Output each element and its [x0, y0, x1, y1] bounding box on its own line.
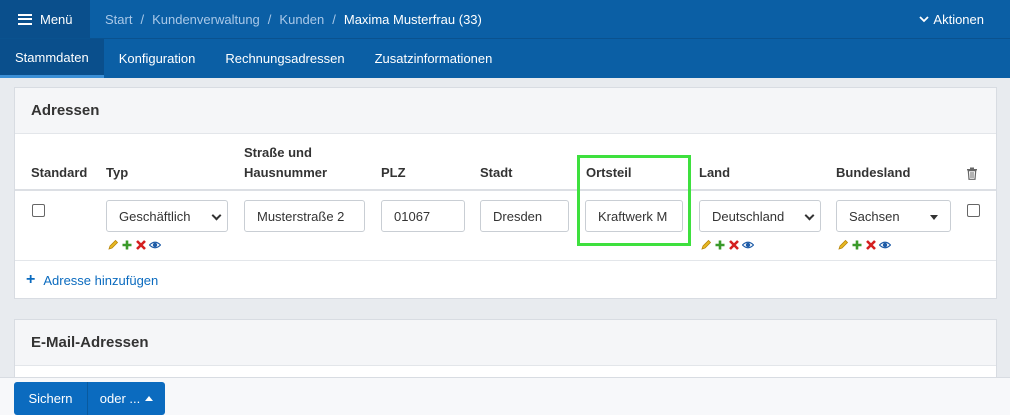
tab-bar: Stammdaten Konfiguration Rechnungsadress…	[0, 38, 1010, 78]
plus-icon[interactable]	[714, 239, 726, 251]
caret-down-icon	[930, 215, 938, 220]
chevron-down-icon	[211, 210, 222, 221]
land-value: Deutschland	[712, 208, 785, 224]
addresses-title: Adressen	[15, 88, 996, 134]
column-header-typ: Typ	[106, 165, 129, 180]
ortsteil-highlight-box	[577, 155, 691, 246]
tab-konfiguration[interactable]: Konfiguration	[104, 39, 211, 78]
actions-label: Aktionen	[933, 11, 984, 27]
stadt-value: Dresden	[493, 208, 543, 224]
tab-stammdaten[interactable]: Stammdaten	[0, 39, 104, 78]
column-header-plz: PLZ	[381, 165, 406, 180]
chevron-down-icon	[919, 16, 930, 23]
bundesland-value: Sachsen	[849, 208, 900, 224]
typ-value: Geschäftlich	[119, 208, 191, 224]
column-header-stadt: Stadt	[480, 165, 513, 180]
header-divider	[15, 189, 996, 191]
row-divider	[15, 260, 996, 261]
eye-icon[interactable]	[149, 239, 161, 251]
breadcrumb-current: Maxima Musterfrau (33)	[343, 11, 482, 27]
breadcrumb-separator: /	[267, 11, 272, 27]
delete-x-icon[interactable]	[728, 239, 740, 251]
more-label: oder ...	[99, 391, 141, 406]
pencil-icon[interactable]	[700, 239, 712, 251]
top-navbar: Menü Start / Kundenverwaltung / Kunden /…	[0, 0, 1010, 38]
more-options-button[interactable]: oder ...	[87, 382, 165, 415]
eye-icon[interactable]	[742, 239, 754, 251]
plus-icon[interactable]	[851, 239, 863, 251]
save-button[interactable]: Sichern	[14, 382, 87, 415]
bundesland-select[interactable]: Sachsen	[836, 200, 951, 232]
menu-label: Menü	[40, 11, 73, 27]
breadcrumb-separator: /	[332, 11, 336, 27]
add-address-label: Adresse hinzufügen	[43, 272, 159, 288]
column-header-strasse-line2: Hausnummer	[244, 165, 328, 180]
plz-value: 01067	[394, 208, 431, 224]
save-label: Sichern	[28, 391, 73, 406]
breadcrumb-kunden[interactable]: Kunden	[279, 12, 324, 27]
pencil-icon[interactable]	[837, 239, 849, 251]
breadcrumb-kundenverwaltung[interactable]: Kundenverwaltung	[152, 12, 260, 27]
breadcrumb: Start / Kundenverwaltung / Kunden / Maxi…	[105, 12, 482, 27]
standard-checkbox[interactable]	[32, 204, 45, 217]
eye-icon[interactable]	[879, 239, 891, 251]
land-icon-actions	[700, 239, 754, 251]
bottom-action-bar: Sichern oder ...	[0, 377, 1010, 415]
strasse-value: Musterstraße 2	[257, 208, 345, 224]
breadcrumb-start[interactable]: Start	[105, 12, 132, 27]
typ-select[interactable]: Geschäftlich	[106, 200, 228, 232]
tab-zusatzinformationen[interactable]: Zusatzinformationen	[360, 39, 508, 78]
delete-row-checkbox[interactable]	[967, 204, 980, 217]
land-select[interactable]: Deutschland	[699, 200, 821, 232]
plus-icon: +	[26, 271, 36, 288]
typ-icon-actions	[107, 239, 161, 251]
column-header-bundesland: Bundesland	[836, 165, 911, 180]
tab-rechnungsadressen[interactable]: Rechnungsadressen	[210, 39, 359, 78]
addresses-card: Adressen Standard Typ Straße und Hausnum…	[14, 87, 997, 299]
actions-menu-button[interactable]: Aktionen	[919, 0, 984, 38]
plus-icon[interactable]	[121, 239, 133, 251]
breadcrumb-separator: /	[140, 11, 145, 27]
caret-up-icon	[145, 396, 154, 401]
email-title: E-Mail-Adressen	[15, 320, 996, 366]
bundesland-icon-actions	[837, 239, 891, 251]
chevron-down-icon	[804, 210, 815, 221]
hamburger-icon	[18, 13, 32, 25]
column-header-standard: Standard	[31, 165, 88, 180]
add-address-link[interactable]: + Adresse hinzufügen	[26, 272, 158, 288]
strasse-input[interactable]: Musterstraße 2	[244, 200, 365, 232]
menu-button[interactable]: Menü	[0, 0, 90, 38]
pencil-icon[interactable]	[107, 239, 119, 251]
stadt-input[interactable]: Dresden	[480, 200, 569, 232]
plz-input[interactable]: 01067	[381, 200, 465, 232]
trash-icon[interactable]	[966, 167, 978, 180]
column-header-strasse-line1: Straße und	[244, 145, 312, 160]
column-header-land: Land	[699, 165, 731, 180]
delete-x-icon[interactable]	[865, 239, 877, 251]
delete-x-icon[interactable]	[135, 239, 147, 251]
